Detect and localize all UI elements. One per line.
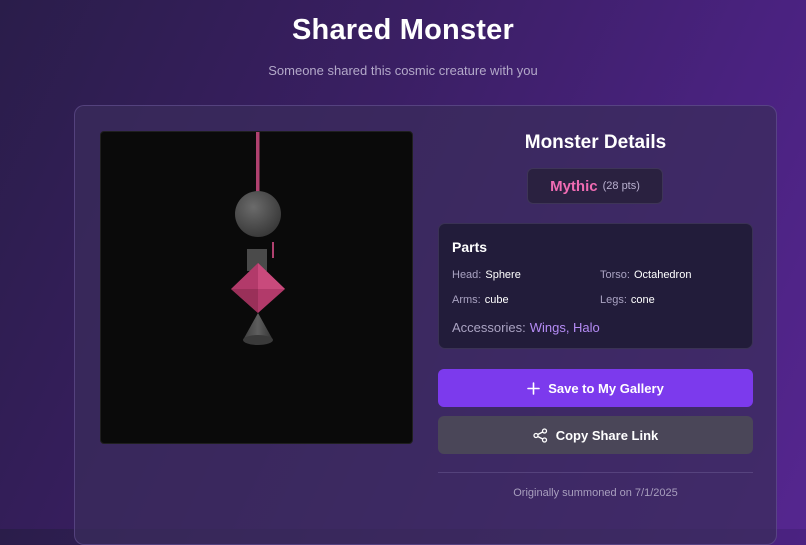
part-head-label: Head: [452, 269, 482, 281]
part-accessories-value: Wings, Halo [529, 320, 600, 335]
copy-share-link-button[interactable]: Copy Share Link [438, 416, 753, 454]
page-subtitle: Someone shared this cosmic creature with… [268, 63, 538, 78]
part-arms-label: Arms: [452, 294, 481, 306]
copy-button-label: Copy Share Link [555, 427, 659, 443]
share-icon [533, 427, 548, 443]
monster-render [231, 132, 285, 345]
rarity-name: Mythic [550, 177, 598, 195]
divider [438, 472, 753, 473]
part-torso-value: Octahedron [633, 269, 692, 281]
part-legs-label: Legs: [600, 294, 627, 306]
part-arms: Arms: cube [452, 294, 509, 306]
rarity-badge: Mythic (28 pts) [527, 168, 663, 204]
rarity-points: (28 pts) [602, 180, 640, 192]
summoned-date: Originally summoned on 7/1/2025 [513, 487, 678, 499]
part-legs-value: cone [630, 294, 655, 306]
part-head: Head: Sphere [452, 269, 521, 281]
halo-stick [256, 132, 260, 196]
part-accessories-label: Accessories: [452, 320, 526, 335]
part-arms-value: cube [484, 294, 509, 306]
parts-title: Parts [452, 239, 488, 255]
part-torso-label: Torso: [600, 269, 630, 281]
head-sphere [235, 191, 281, 237]
save-button-label: Save to My Gallery [548, 380, 664, 396]
part-accessories: Accessories: Wings, Halo [452, 320, 600, 335]
parts-panel: Parts Head: Sphere Torso: Octahedron Arms:… [438, 223, 753, 349]
plus-icon [527, 381, 540, 395]
part-head-value: Sphere [485, 269, 521, 281]
wing-line [272, 242, 274, 258]
save-to-gallery-button[interactable]: Save to My Gallery [438, 369, 753, 407]
details-title: Monster Details [524, 132, 667, 153]
page-title: Shared Monster [292, 14, 514, 46]
monster-3d-viewer[interactable] [100, 131, 413, 444]
part-torso: Torso: Octahedron [600, 269, 691, 281]
part-legs: Legs: cone [600, 294, 655, 306]
